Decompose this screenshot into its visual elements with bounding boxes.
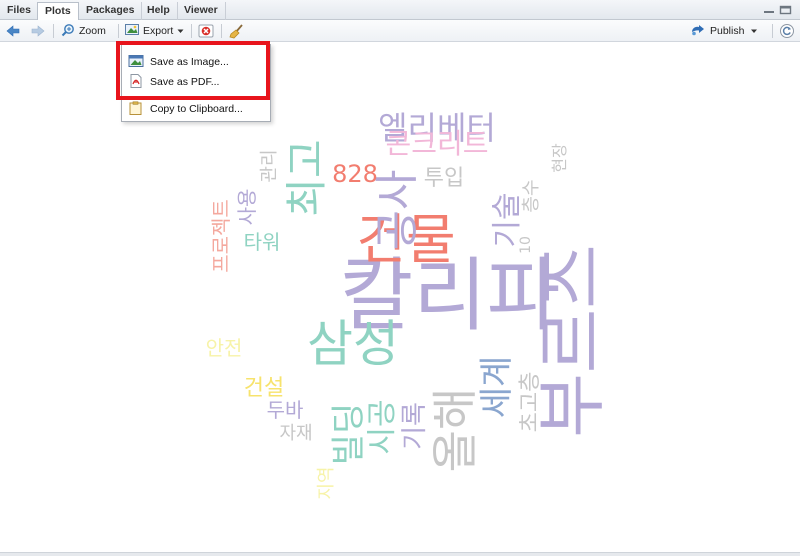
tab-viewer[interactable]: Viewer <box>177 2 226 20</box>
menu-item-label: Save as Image... <box>150 56 229 68</box>
wordcloud-word: 공사 <box>372 169 423 251</box>
wordcloud-word: 초고층 <box>518 371 543 433</box>
tab-files[interactable]: Files <box>0 2 39 20</box>
export-label: Export <box>143 25 174 37</box>
wordcloud-word: 10 <box>518 236 534 254</box>
menu-item-label: Save as PDF... <box>150 76 220 88</box>
tab-plots[interactable]: Plots <box>37 2 79 21</box>
toolbar-separator <box>772 24 773 38</box>
zoom-magnifier-icon <box>61 23 75 40</box>
pdf-file-icon <box>128 73 144 91</box>
maximize-pane-icon[interactable] <box>779 5 792 15</box>
wordcloud-word: 층수 <box>521 179 542 213</box>
toolbar-separator <box>191 24 192 38</box>
toolbar-separator <box>118 24 119 38</box>
toolbar-separator <box>221 24 222 38</box>
publish-label: Publish <box>710 25 745 37</box>
tab-packages[interactable]: Packages <box>79 2 143 20</box>
clear-all-broom-icon[interactable] <box>229 23 245 39</box>
publish-button[interactable]: Publish <box>690 23 758 39</box>
image-file-icon <box>128 54 144 71</box>
export-image-icon <box>125 23 139 39</box>
wordcloud-word: 빌딩 <box>329 402 369 466</box>
wordcloud-word: 부르즈 <box>531 244 613 438</box>
menu-item-copy-to-clipboard[interactable]: Copy to Clipboard... <box>128 100 243 118</box>
wordcloud-word: 시공 <box>365 399 400 455</box>
wordcloud-word: 올해 <box>428 387 482 473</box>
wordcloud-word: 자재 <box>279 423 313 444</box>
wordcloud-word: 프로젝트 <box>209 199 233 273</box>
wordcloud-word: 투입 <box>423 166 465 191</box>
menu-item-save-as-pdf[interactable]: Save as PDF... <box>128 73 219 91</box>
wordcloud-word: 지역 <box>316 466 337 500</box>
wordcloud-word: 안전 <box>205 336 243 360</box>
dropdown-arrow-icon <box>748 25 758 37</box>
back-arrow-icon[interactable] <box>5 23 21 39</box>
refresh-icon[interactable] <box>779 23 795 39</box>
wordcloud-word: 타워 <box>243 230 281 254</box>
wordcloud-word: 두바 <box>266 398 304 422</box>
wordcloud-word: 기록 <box>400 402 430 450</box>
forward-arrow-icon[interactable] <box>30 23 46 39</box>
plots-toolbar: Zoom Export Publish <box>0 20 800 42</box>
remove-plot-icon[interactable] <box>198 23 214 39</box>
zoom-button[interactable]: Zoom <box>61 23 106 39</box>
toolbar-separator <box>53 24 54 38</box>
publish-icon <box>690 24 706 39</box>
wordcloud-word: 삼성 <box>307 315 399 373</box>
wordcloud-word: 관리 <box>259 149 280 183</box>
wordcloud-word: 콘크리트 <box>385 127 489 160</box>
minimize-pane-icon[interactable] <box>763 5 775 15</box>
wordcloud-word: 828 <box>332 160 378 188</box>
dropdown-arrow-icon <box>177 25 184 37</box>
plot-area: 칼리파 부르즈 건물 삼성 공사 최고 엘리베터 콘크리트 828 투입 관리 프로젝트 사용 타워 기술 1… <box>0 42 800 552</box>
tab-help[interactable]: Help <box>140 2 178 20</box>
export-button[interactable]: Export <box>125 23 184 39</box>
wordcloud-word: 건설 <box>243 376 285 401</box>
pane-bottom-border <box>0 552 800 556</box>
menu-item-save-as-image[interactable]: Save as Image... <box>128 53 229 71</box>
clipboard-icon <box>128 101 144 118</box>
menu-separator <box>152 97 266 98</box>
wordcloud-word: 사용 <box>235 188 259 226</box>
pane-tab-bar: Files Plots Packages Help Viewer <box>0 0 800 21</box>
zoom-label: Zoom <box>79 25 106 37</box>
wordcloud-word: 세계 <box>477 355 517 419</box>
export-dropdown-menu: Save as Image... Save as PDF... Copy to … <box>121 44 271 122</box>
wordcloud-word: 최고 <box>282 139 331 217</box>
menu-item-label: Copy to Clipboard... <box>150 103 243 115</box>
wordcloud-word: 현장 <box>550 143 569 173</box>
